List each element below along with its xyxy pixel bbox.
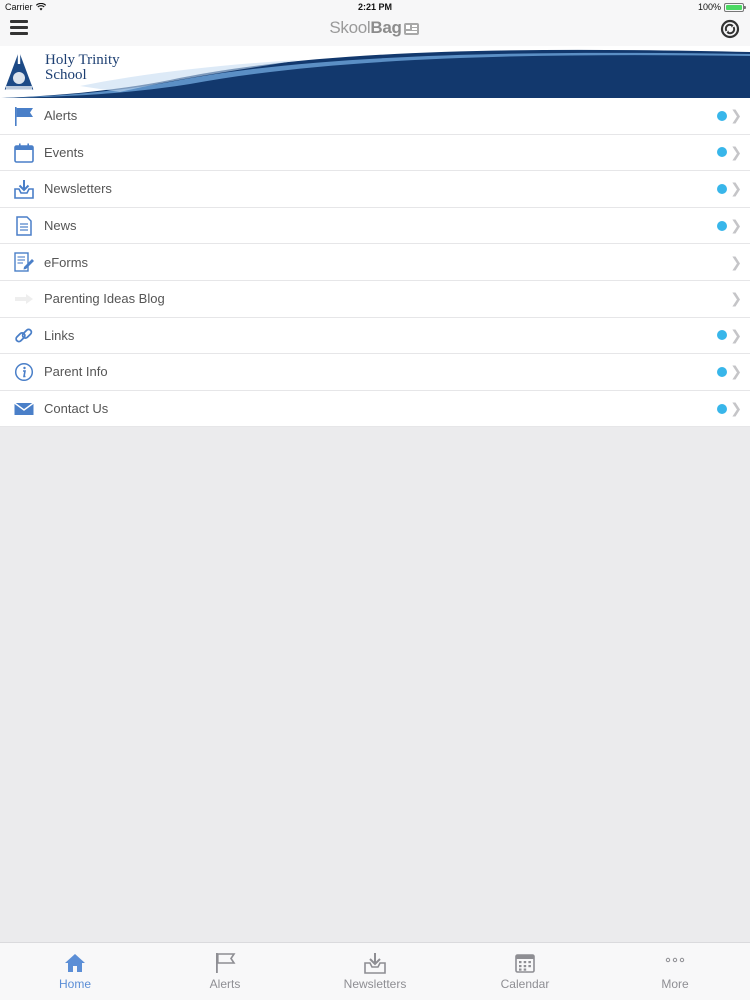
clock: 2:21 PM <box>357 2 392 12</box>
tab-label: Alerts <box>209 977 241 991</box>
school-crest-logo <box>3 46 35 91</box>
chevron-right-icon: ❯ <box>730 143 742 160</box>
envelope-icon <box>14 402 34 415</box>
menu-item-label: News <box>44 218 77 234</box>
battery-icon <box>724 2 746 12</box>
brand-bold: Bag <box>370 18 402 37</box>
download-tray-icon <box>14 180 34 199</box>
menu-item-label: Newsletters <box>44 181 112 197</box>
more-dots-icon <box>665 957 685 963</box>
nav-bar: SkoolBag <box>0 14 750 46</box>
menu-item-parent-info[interactable]: Parent Info ❯ <box>0 354 750 391</box>
arrow-icon <box>15 293 33 304</box>
unread-badge <box>717 220 727 231</box>
chevron-right-icon: ❯ <box>730 107 742 124</box>
tab-label: Calendar <box>500 977 550 991</box>
menu-item-label: Parenting Ideas Blog <box>44 291 165 307</box>
unread-badge <box>717 147 727 158</box>
chevron-right-icon: ❯ <box>730 180 742 197</box>
chevron-right-icon: ❯ <box>730 217 742 234</box>
battery-percent: 100% <box>697 2 721 12</box>
menu-item-newsletters[interactable]: Newsletters ❯ <box>0 171 750 208</box>
chevron-right-icon: ❯ <box>730 253 742 270</box>
status-bar: Carrier 2:21 PM 100% <box>0 0 750 14</box>
school-name-line2: School <box>45 67 87 83</box>
unread-badge <box>717 366 727 377</box>
flag-icon <box>216 953 236 973</box>
tab-label: More <box>661 977 689 991</box>
form-pencil-icon <box>14 252 34 273</box>
sync-icon[interactable] <box>720 19 740 39</box>
tab-home[interactable]: Home <box>0 943 150 1000</box>
document-icon <box>16 216 32 236</box>
menu-item-events[interactable]: Events ❯ <box>0 134 750 172</box>
home-icon <box>65 954 85 972</box>
calendar-icon <box>515 954 535 973</box>
unread-badge <box>717 330 727 341</box>
app-logo: SkoolBag <box>0 18 750 38</box>
calendar-icon <box>14 143 34 163</box>
menu-item-parenting-ideas-blog[interactable]: Parenting Ideas Blog ❯ <box>0 280 750 318</box>
chevron-right-icon: ❯ <box>730 326 742 343</box>
chevron-right-icon: ❯ <box>730 363 742 380</box>
info-icon <box>14 363 34 382</box>
skoolbag-logo-icon <box>403 22 419 35</box>
brand-light: Skool <box>329 18 371 37</box>
menu-item-label: Events <box>44 144 84 160</box>
tab-label: Home <box>58 977 91 991</box>
tab-label: Newsletters <box>343 977 407 991</box>
tab-more[interactable]: More <box>600 943 750 1000</box>
menu-item-label: Contact Us <box>44 401 109 417</box>
chevron-right-icon: ❯ <box>730 400 742 417</box>
chevron-right-icon: ❯ <box>730 290 742 307</box>
menu-item-label: eForms <box>44 254 89 270</box>
menu-item-news[interactable]: News ❯ <box>0 207 750 245</box>
tab-newsletters[interactable]: Newsletters <box>300 943 450 1000</box>
unread-badge <box>717 110 727 121</box>
battery-indicator: 100% <box>697 2 746 12</box>
bottom-tab-bar: Home Alerts Newsletters Calendar More <box>0 942 750 1000</box>
unread-badge <box>717 403 727 414</box>
main-menu-list: Alerts ❯ Events ❯ Newsletters ❯ News ❯ e… <box>0 98 750 428</box>
menu-item-alerts[interactable]: Alerts ❯ <box>0 98 750 135</box>
menu-item-label: Parent Info <box>44 364 108 380</box>
menu-item-label: Links <box>44 327 75 343</box>
link-icon <box>15 328 33 343</box>
menu-item-contact-us[interactable]: Contact Us ❯ <box>0 390 750 428</box>
school-name-line1: Holy Trinity <box>45 52 120 68</box>
flag-icon <box>15 107 33 126</box>
download-tray-icon <box>364 953 386 974</box>
school-name: Holy Trinity School <box>45 53 120 83</box>
menu-item-links[interactable]: Links ❯ <box>0 317 750 355</box>
tab-alerts[interactable]: Alerts <box>150 943 300 1000</box>
menu-item-eforms[interactable]: eForms ❯ <box>0 244 750 281</box>
menu-item-label: Alerts <box>44 108 78 124</box>
tab-calendar[interactable]: Calendar <box>450 943 600 1000</box>
unread-badge <box>717 183 727 194</box>
school-banner: Holy Trinity School <box>0 46 750 98</box>
